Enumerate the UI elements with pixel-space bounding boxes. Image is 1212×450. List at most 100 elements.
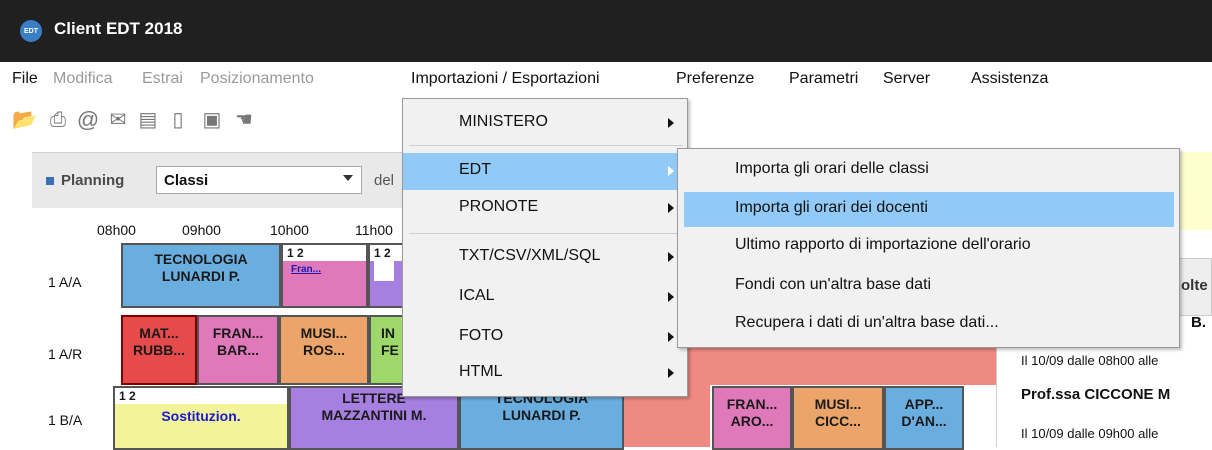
row-label: 1 B/A	[48, 412, 83, 428]
menu-item-label: HTML	[459, 363, 503, 380]
planning-label: Planning	[46, 172, 124, 189]
menu-item-foto[interactable]: FOTO	[403, 319, 687, 356]
lesson-teacher: D'AN...	[901, 413, 947, 429]
right-panel-tab[interactable]: olte	[1176, 258, 1212, 316]
lesson-teacher: ROS...	[302, 342, 345, 358]
lesson-teacher: LUNARDI P.	[161, 268, 241, 284]
yellow-strip	[1180, 152, 1212, 230]
window-title: Client EDT 2018	[54, 19, 183, 38]
menu-server[interactable]: Server	[883, 70, 930, 88]
row-label: 1 A/A	[48, 274, 82, 290]
lesson-subject: APP...	[904, 396, 944, 412]
chevron-right-icon	[668, 332, 674, 342]
menu-item-label: Importa gli orari delle classi	[735, 160, 929, 177]
lesson-fran[interactable]: FRAN... BAR...	[197, 315, 279, 385]
blank-area	[374, 261, 394, 281]
right-panel-detail: Il 10/09 dalle 09h00 alle	[1021, 426, 1159, 441]
lesson-tecnologia[interactable]: TECNOLOGIA LUNARDI P.	[121, 243, 281, 308]
chevron-right-icon	[668, 292, 674, 302]
week-indicator: 1 2	[115, 388, 287, 404]
lesson-subject: TECNOLOGIA	[154, 251, 248, 267]
menu-item-html[interactable]: HTML	[403, 355, 687, 392]
lesson-subject: MAT...	[139, 325, 179, 341]
menu-item-label: FOTO	[459, 327, 504, 344]
time-label: 09h00	[182, 222, 221, 238]
right-panel-name: B.	[1191, 314, 1206, 331]
planning-select[interactable]: Classi	[156, 166, 362, 194]
menu-separator	[409, 233, 683, 234]
lesson-app[interactable]: APP... D'AN...	[884, 386, 964, 450]
lesson-teacher: LUNARDI P.	[502, 407, 581, 423]
time-label: 08h00	[97, 222, 136, 238]
importazioni-menu: MINISTERO EDT PRONOTE TXT/CSV/XML/SQL IC…	[402, 98, 688, 397]
right-tab-label: olte	[1181, 277, 1208, 294]
lesson-teacher: FE	[381, 342, 399, 358]
lesson-subject: Fran...	[291, 264, 322, 275]
menu-item-label: Recupera i dati di un'altra base dati...	[735, 314, 999, 331]
chevron-right-icon	[668, 118, 674, 128]
lesson-teacher: MAZZANTINI M.	[321, 407, 427, 423]
row-label: 1 A/R	[48, 346, 83, 362]
chevron-right-icon	[668, 166, 674, 176]
menu-estrai[interactable]: Estrai	[142, 70, 183, 88]
lesson-subject: Sostituzion.	[161, 408, 241, 424]
week-indicator: 1 2	[283, 245, 366, 261]
menu-item-txt[interactable]: TXT/CSV/XML/SQL	[403, 239, 687, 276]
menu-item-fondi[interactable]: Fondi con un'altra base dati	[678, 269, 1179, 304]
edt-submenu: Importa gli orari delle classi Importa g…	[677, 148, 1180, 348]
chat-icon[interactable]: ☚	[232, 108, 256, 132]
lesson-fran[interactable]: 1 2 Fran...	[281, 243, 368, 308]
menu-item-importa-classi[interactable]: Importa gli orari delle classi	[678, 153, 1179, 188]
print-icon[interactable]: ⎙	[46, 108, 70, 132]
time-label: 10h00	[270, 222, 309, 238]
menu-assistenza[interactable]: Assistenza	[971, 70, 1048, 88]
open-folder-icon[interactable]: 📂	[12, 108, 37, 132]
lesson-in[interactable]: IN FE	[369, 315, 405, 385]
lesson-musi[interactable]: MUSI... ROS...	[279, 315, 369, 385]
right-panel-teacher: Prof.ssa CICCONE M	[1021, 386, 1171, 403]
menu-separator	[409, 145, 683, 146]
chevron-right-icon	[668, 252, 674, 262]
menu-item-label: MINISTERO	[459, 113, 548, 130]
menu-item-ultimo-rapporto[interactable]: Ultimo rapporto di importazione dell'ora…	[678, 229, 1179, 264]
planning-select-value: Classi	[164, 172, 209, 189]
menu-item-importa-docenti[interactable]: Importa gli orari dei docenti	[684, 192, 1174, 227]
menu-parametri[interactable]: Parametri	[789, 70, 858, 88]
menu-item-label: PRONOTE	[459, 198, 539, 215]
app-logo-icon: EDT	[20, 20, 42, 42]
menu-item-ministero[interactable]: MINISTERO	[403, 105, 687, 142]
chevron-down-icon	[343, 175, 353, 181]
at-icon[interactable]: @	[76, 108, 100, 132]
chevron-right-icon	[668, 203, 674, 213]
phone-icon[interactable]: ▯	[166, 108, 190, 132]
menu-item-label: Fondi con un'altra base dati	[735, 276, 932, 293]
notepad-icon[interactable]: ▤	[136, 108, 160, 132]
menu-preferenze[interactable]: Preferenze	[676, 70, 754, 88]
menu-item-pronote[interactable]: PRONOTE	[403, 190, 687, 227]
menu-importazioni[interactable]: Importazioni / Esportazioni	[411, 70, 600, 88]
menu-bar: File Modifica Estrai Posizionamento Impo…	[0, 62, 1212, 98]
lesson-musi[interactable]: MUSI... CICC...	[792, 386, 884, 450]
lesson-sostituzione[interactable]: 1 2 Sostituzion.	[113, 386, 289, 450]
lesson-mat[interactable]: MAT... RUBB...	[121, 315, 197, 385]
lesson-cell[interactable]: 1 2	[368, 243, 404, 308]
lesson-teacher: RUBB...	[132, 342, 186, 358]
lesson-teacher: CICC...	[815, 413, 861, 429]
menu-item-recupera[interactable]: Recupera i dati di un'altra base dati...	[678, 307, 1179, 342]
menu-modifica[interactable]: Modifica	[53, 70, 113, 88]
mail-icon[interactable]: ✉	[106, 108, 130, 132]
menu-item-ical[interactable]: ICAL	[403, 279, 687, 316]
lesson-subject: MUSI...	[814, 396, 862, 412]
menu-file[interactable]: File	[12, 70, 38, 88]
lesson-teacher: BAR...	[217, 342, 259, 358]
lesson-teacher: ARO...	[730, 413, 774, 429]
lesson-subject: MUSI...	[300, 325, 348, 341]
lesson-fran[interactable]: FRAN... ARO...	[712, 386, 792, 450]
lesson-subject: FRAN...	[726, 396, 778, 412]
message-icon[interactable]: ▣	[200, 108, 224, 132]
menu-item-label: TXT/CSV/XML/SQL	[459, 247, 601, 264]
menu-item-label: ICAL	[459, 287, 495, 304]
lesson-subject: IN	[381, 325, 395, 341]
menu-posizionamento[interactable]: Posizionamento	[200, 70, 314, 88]
menu-item-edt[interactable]: EDT	[403, 153, 687, 190]
